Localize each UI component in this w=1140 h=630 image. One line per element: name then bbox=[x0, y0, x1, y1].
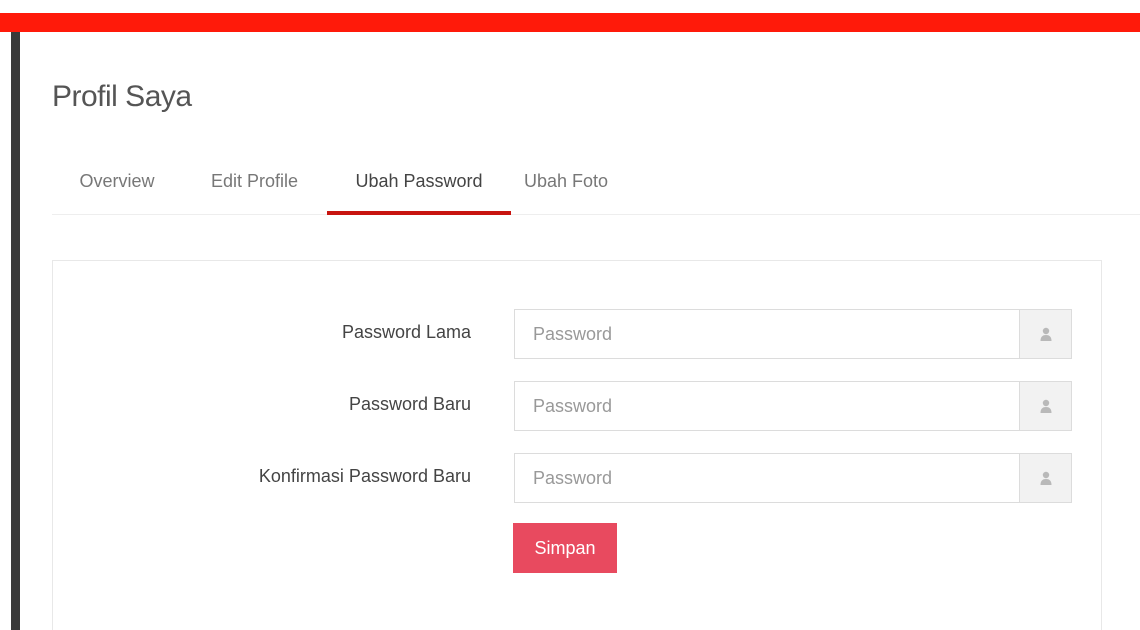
confirm-password-group bbox=[514, 453, 1072, 503]
user-icon bbox=[1040, 399, 1051, 413]
page-title: Profil Saya bbox=[52, 80, 192, 113]
form-row-new-password: Password Baru bbox=[53, 381, 1103, 431]
new-password-input[interactable] bbox=[515, 382, 1019, 430]
old-password-input[interactable] bbox=[515, 310, 1019, 358]
save-button[interactable]: Simpan bbox=[513, 523, 617, 573]
tab-edit-profile[interactable]: Edit Profile bbox=[182, 160, 327, 215]
confirm-password-input[interactable] bbox=[515, 454, 1019, 502]
old-password-addon bbox=[1019, 310, 1071, 358]
tab-overview[interactable]: Overview bbox=[52, 160, 182, 215]
form-row-old-password: Password Lama bbox=[53, 309, 1103, 359]
user-icon bbox=[1040, 471, 1051, 485]
form-row-confirm-password: Konfirmasi Password Baru bbox=[53, 453, 1103, 503]
sidebar-edge bbox=[11, 32, 20, 630]
profile-tabs: Overview Edit Profile Ubah Password Ubah… bbox=[52, 160, 1140, 215]
confirm-password-addon bbox=[1019, 454, 1071, 502]
confirm-password-label: Konfirmasi Password Baru bbox=[258, 466, 471, 486]
top-accent-bar bbox=[0, 13, 1140, 32]
new-password-label: Password Baru bbox=[348, 394, 471, 414]
old-password-label: Password Lama bbox=[341, 322, 471, 342]
old-password-group bbox=[514, 309, 1072, 359]
tab-ubah-foto[interactable]: Ubah Foto bbox=[511, 160, 621, 215]
tab-ubah-password[interactable]: Ubah Password bbox=[327, 160, 511, 215]
change-password-form: Password Lama Password Baru Konfirmasi P… bbox=[52, 260, 1102, 630]
user-icon bbox=[1040, 327, 1051, 341]
new-password-group bbox=[514, 381, 1072, 431]
new-password-addon bbox=[1019, 382, 1071, 430]
